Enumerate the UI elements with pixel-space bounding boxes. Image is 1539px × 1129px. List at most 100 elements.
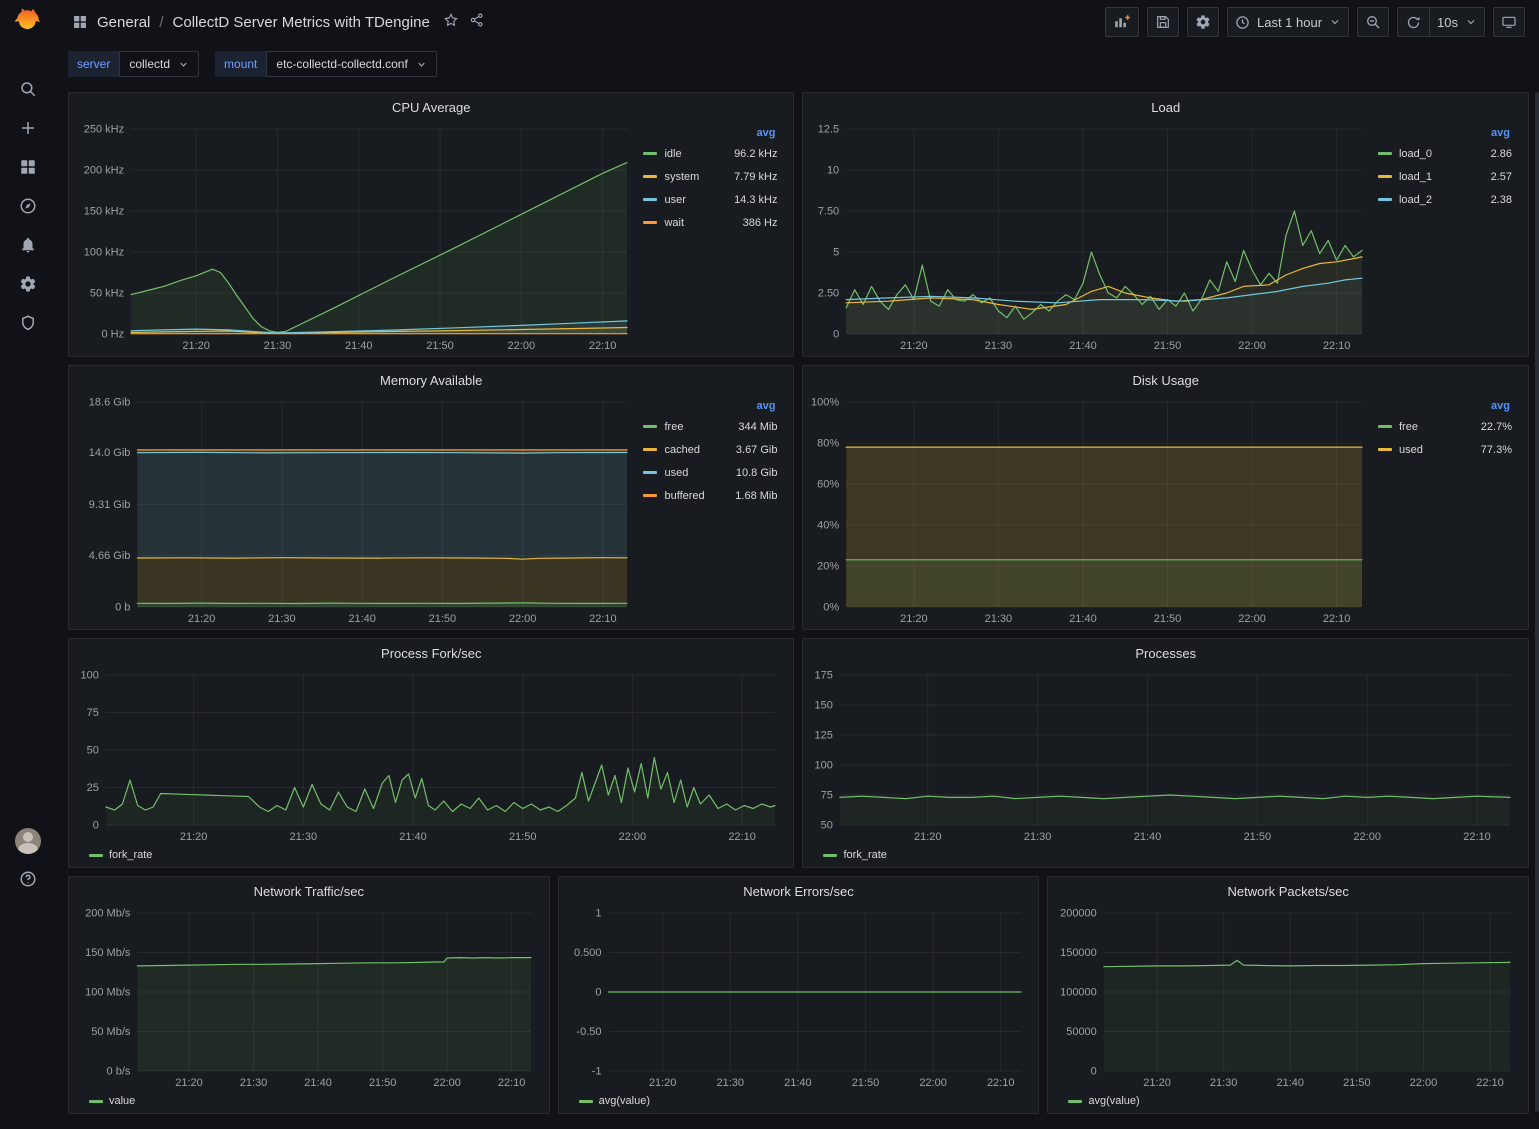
svg-text:21:50: 21:50 [851, 1077, 879, 1089]
legend-item[interactable]: used77.3% [1378, 438, 1512, 461]
legend-item[interactable]: idle96.2 kHz [643, 142, 777, 165]
help-icon[interactable] [6, 870, 50, 888]
disk-usage-legend: avgfree22.7%used77.3% [1372, 394, 1520, 627]
add-panel-button[interactable] [1105, 7, 1139, 37]
variable-value-dropdown[interactable]: etc-collectd-collectd.conf [266, 51, 436, 77]
memory-available-chart[interactable]: 0 b4.66 Gib9.31 Gib14.0 Gib18.6 Gib21:20… [73, 394, 637, 627]
series-name[interactable]: free [664, 421, 683, 433]
dashboard-title[interactable]: CollectD Server Metrics with TDengine [173, 14, 430, 31]
panel-title[interactable]: Processes [803, 639, 1528, 667]
legend-item[interactable]: value [89, 1095, 135, 1107]
series-color-swatch [1378, 198, 1392, 201]
panel-title[interactable]: Network Packets/sec [1048, 877, 1528, 905]
time-range-picker[interactable]: Last 1 hour [1227, 7, 1349, 37]
legend-item[interactable]: system7.79 kHz [643, 165, 777, 188]
dashboard-grid: CPU Average 0 Hz50 kHz100 kHz150 kHz200 … [56, 88, 1539, 1129]
series-avg-value: 2.57 [1491, 171, 1512, 183]
load-chart[interactable]: 02.5057.501012.521:2021:3021:4021:5022:0… [807, 121, 1372, 354]
svg-text:250 kHz: 250 kHz [84, 124, 124, 136]
legend-item[interactable]: used10.8 Gib [643, 461, 777, 484]
alerting-bell-icon[interactable] [6, 225, 50, 264]
admin-shield-icon[interactable] [6, 303, 50, 342]
legend-item[interactable]: fork_rate [89, 849, 152, 861]
legend-item[interactable]: wait386 Hz [643, 211, 777, 234]
tv-mode-button[interactable] [1493, 7, 1525, 37]
dashboard-settings-button[interactable] [1187, 7, 1219, 37]
process-fork-chart[interactable]: 025507510021:2021:3021:4021:5022:0022:10 [73, 667, 785, 845]
panel-title[interactable]: Load [803, 93, 1528, 121]
series-name[interactable]: user [664, 194, 685, 206]
series-name[interactable]: avg(value) [599, 1095, 650, 1107]
legend-item[interactable]: free22.7% [1378, 415, 1512, 438]
panel-title[interactable]: Memory Available [69, 366, 793, 394]
network-traffic-chart[interactable]: 0 b/s50 Mb/s100 Mb/s150 Mb/s200 Mb/s21:2… [73, 905, 541, 1091]
series-name[interactable]: load_1 [1399, 171, 1432, 183]
legend-item[interactable]: load_1 2.57 [1378, 165, 1512, 188]
series-name[interactable]: cached [664, 444, 699, 456]
grafana-logo[interactable] [13, 6, 43, 41]
series-name[interactable]: wait [664, 217, 684, 229]
svg-text:21:30: 21:30 [1024, 831, 1052, 843]
create-plus-icon[interactable] [6, 108, 50, 147]
panel-title[interactable]: Network Errors/sec [559, 877, 1039, 905]
svg-text:21:30: 21:30 [240, 1077, 268, 1089]
series-name[interactable]: load_2 [1399, 194, 1432, 206]
scrollbar[interactable] [1535, 92, 1539, 1122]
share-icon[interactable] [469, 12, 485, 32]
svg-text:5: 5 [834, 247, 840, 259]
panel-title[interactable]: Process Fork/sec [69, 639, 793, 667]
legend-item[interactable]: cached3.67 Gib [643, 438, 777, 461]
legend-item[interactable]: user14.3 kHz [643, 188, 777, 211]
series-name[interactable]: load_0 [1399, 148, 1432, 160]
legend-avg-header: avg [1378, 398, 1512, 415]
legend-item[interactable]: load_22.38 [1378, 188, 1512, 211]
network-errors-chart[interactable]: -1-0.5000.500121:2021:3021:4021:5022:002… [563, 905, 1031, 1091]
panel-network-traffic: Network Traffic/sec 0 b/s50 Mb/s100 Mb/s… [68, 876, 550, 1114]
save-dashboard-button[interactable] [1147, 7, 1179, 37]
series-name[interactable]: free [1399, 421, 1418, 433]
processes-chart[interactable]: 507510012515017521:2021:3021:4021:5022:0… [807, 667, 1520, 845]
series-color-swatch [1378, 152, 1392, 155]
configuration-gear-icon[interactable] [6, 264, 50, 303]
svg-text:75: 75 [821, 790, 833, 802]
cpu-average-chart[interactable]: 0 Hz50 kHz100 kHz150 kHz200 kHz250 kHz21… [73, 121, 637, 354]
svg-text:21:30: 21:30 [985, 613, 1013, 625]
panel-title[interactable]: Network Traffic/sec [69, 877, 549, 905]
svg-text:21:20: 21:20 [648, 1077, 676, 1089]
breadcrumb-folder[interactable]: General [97, 14, 150, 31]
series-color-swatch [643, 425, 657, 428]
series-name[interactable]: system [664, 171, 699, 183]
legend-item[interactable]: avg(value) [579, 1095, 650, 1107]
series-name[interactable]: idle [664, 148, 681, 160]
dashboards-icon[interactable] [6, 147, 50, 186]
series-name[interactable]: fork_rate [843, 849, 886, 861]
refresh-button[interactable] [1397, 7, 1429, 37]
svg-text:100: 100 [81, 670, 99, 682]
legend-item[interactable]: avg(value) [1068, 1095, 1139, 1107]
panel-title[interactable]: CPU Average [69, 93, 793, 121]
dashboard-grid-icon [72, 14, 88, 30]
variable-value-dropdown[interactable]: collectd [119, 51, 199, 77]
star-icon[interactable] [443, 12, 459, 32]
series-name[interactable]: used [1399, 444, 1423, 456]
refresh-interval-dropdown[interactable]: 10s [1429, 7, 1485, 37]
legend-item[interactable]: buffered1.68 Mib [643, 484, 777, 507]
network-packets-chart[interactable]: 05000010000015000020000021:2021:3021:402… [1052, 905, 1520, 1091]
legend-item[interactable]: fork_rate [823, 849, 886, 861]
explore-compass-icon[interactable] [6, 186, 50, 225]
legend-item[interactable]: load_02.86 [1378, 142, 1512, 165]
series-name[interactable]: used [664, 467, 688, 479]
series-name[interactable]: buffered [664, 490, 704, 502]
svg-text:22:00: 22:00 [509, 613, 537, 625]
svg-text:50 Mb/s: 50 Mb/s [91, 1026, 131, 1038]
search-icon[interactable] [6, 69, 50, 108]
user-avatar[interactable] [15, 828, 41, 854]
panel-title[interactable]: Disk Usage [803, 366, 1528, 394]
series-name[interactable]: avg(value) [1088, 1095, 1139, 1107]
series-name[interactable]: fork_rate [109, 849, 152, 861]
disk-usage-chart[interactable]: 0%20%40%60%80%100%21:2021:3021:4021:5022… [807, 394, 1372, 627]
series-name[interactable]: value [109, 1095, 135, 1107]
legend-item[interactable]: free344 Mib [643, 415, 777, 438]
variable-mount: mount etc-collectd-collectd.conf [215, 51, 437, 77]
zoom-out-button[interactable] [1357, 7, 1389, 37]
